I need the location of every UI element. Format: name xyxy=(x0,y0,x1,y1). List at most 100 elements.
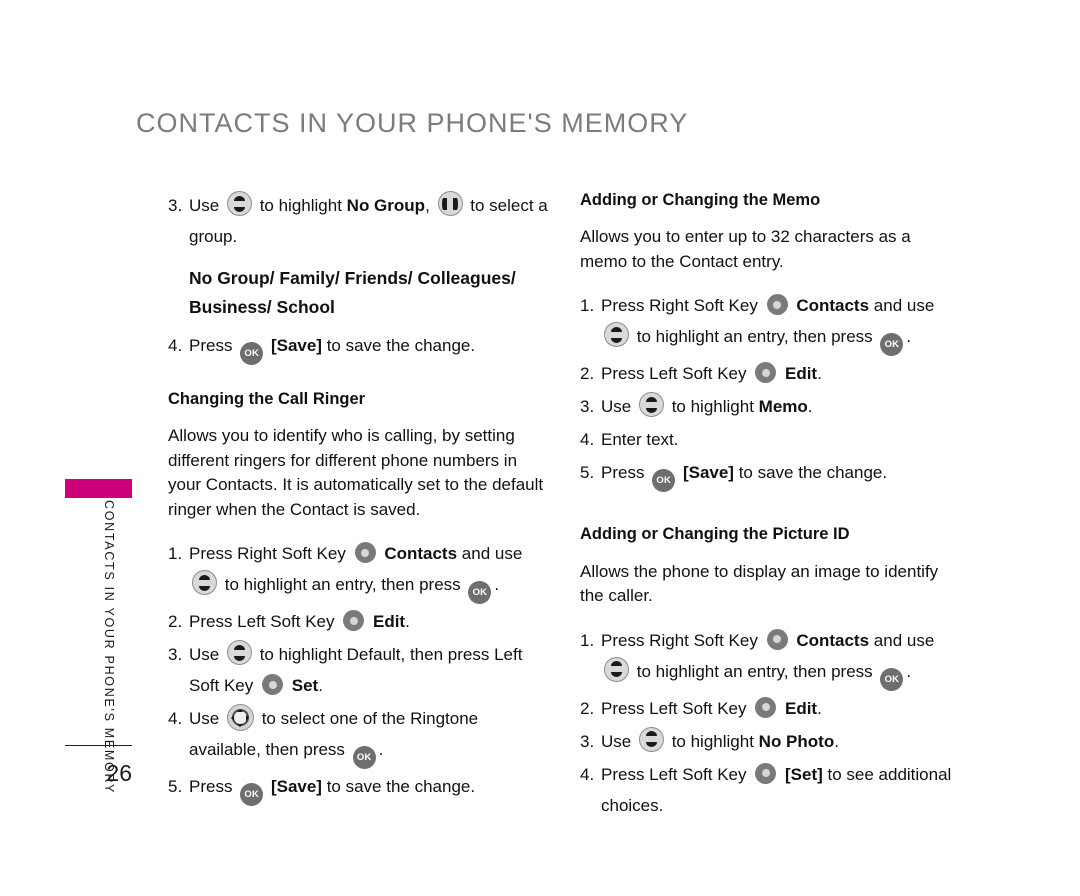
step-text: Use to highlight No Group, to select a g… xyxy=(189,190,548,252)
ok-key-icon: OK xyxy=(240,783,264,807)
step-text: Press OK [Save] to save the change. xyxy=(189,771,548,807)
step-number: 3. xyxy=(168,196,183,215)
right-column: Adding or Changing the Memo Allows you t… xyxy=(580,190,960,823)
step-number: 3. xyxy=(580,397,595,417)
soft-key-icon xyxy=(766,294,788,316)
step-text-part: Press Right Soft Key xyxy=(601,630,758,650)
step-number: 2. xyxy=(580,364,595,384)
up-down-rocker-icon xyxy=(226,191,252,216)
page-number-rule xyxy=(65,745,132,746)
soft-key-icon xyxy=(766,628,788,650)
ok-key-icon: OK xyxy=(240,342,264,365)
step-text: Press Left Soft Key [Set] to see additio… xyxy=(601,759,960,821)
section-body-picture-id: Allows the phone to display an image to … xyxy=(580,561,939,606)
step-text-bold: [Save] xyxy=(682,463,734,483)
list-item: 4. Enter text. xyxy=(580,424,960,455)
step-text: Press OK [Save] to save the change. xyxy=(189,330,548,365)
list-item: 1. Press Right Soft Key Contacts and use… xyxy=(580,290,960,357)
step-text: Press Right Soft Key Contacts and use to… xyxy=(189,538,548,605)
step-text-bold: Contacts xyxy=(796,296,870,316)
step-text: Press Right Soft Key Contacts and use to… xyxy=(601,625,960,691)
step-number: 5. xyxy=(168,777,183,797)
step-text-bold: Contacts xyxy=(796,630,870,650)
ok-key-icon: OK xyxy=(352,746,376,770)
step-text-part: , xyxy=(425,196,430,215)
group-options-line: Business/ School xyxy=(189,297,335,317)
step-text: Use to highlight No Photo. xyxy=(601,726,960,757)
section-heading-memo: Adding or Changing the Memo xyxy=(580,191,821,209)
step-text: Use to highlight Default, then press Lef… xyxy=(189,639,548,701)
list-item: 3. Use to highlight No Group, to select … xyxy=(168,190,548,252)
step-text-part: . xyxy=(834,731,839,751)
step-number: 3. xyxy=(168,645,183,665)
step-text-part: . xyxy=(817,364,822,384)
step-text: Enter text. xyxy=(601,430,679,450)
up-down-rocker-icon xyxy=(226,640,252,666)
page-number: 26 xyxy=(106,760,132,786)
step-text-part: Use xyxy=(601,397,632,417)
soft-key-icon xyxy=(262,674,283,696)
section-heading-call-ringer: Changing the Call Ringer xyxy=(168,390,366,408)
list-item: 4. Press OK [Save] to save the change. xyxy=(168,330,548,365)
section-body-memo: Allows you to enter up to 32 characters … xyxy=(580,227,911,271)
step-text-part: Use xyxy=(189,196,220,215)
step-text-part: Press Left Soft Key xyxy=(601,764,747,784)
step-text-part: . xyxy=(494,575,500,595)
step-text-part: Press xyxy=(189,336,233,355)
list-item: 3. Use to highlight Default, then press … xyxy=(168,639,548,701)
left-right-rocker-icon xyxy=(437,191,463,216)
list-item: 2. Press Left Soft Key Edit. xyxy=(580,358,960,389)
step-text: Press Left Soft Key Edit. xyxy=(189,606,548,637)
sidebar-color-tab xyxy=(65,479,132,498)
step-text-part: to highlight an entry, then press xyxy=(636,661,873,681)
sidebar-vertical-label-wrap: CONTACTS IN YOUR PHONE'S MEMORY xyxy=(60,500,140,795)
section-body-call-ringer: Allows you to identify who is calling, b… xyxy=(168,426,544,519)
step-text-bold: Set xyxy=(291,676,319,696)
soft-key-icon xyxy=(354,542,376,564)
step-text-part: Press Right Soft Key xyxy=(189,544,346,564)
step-text-bold: Edit xyxy=(372,612,406,632)
step-number: 2. xyxy=(168,612,183,632)
step-text-part: Use xyxy=(189,709,220,729)
list-item: 4. Press Left Soft Key [Set] to see addi… xyxy=(580,759,960,821)
up-down-rocker-icon xyxy=(638,726,664,752)
step-text-part: Use xyxy=(189,645,220,665)
step-text: Press OK [Save] to save the change. xyxy=(601,457,960,493)
step-text: Use to highlight Memo. xyxy=(601,391,960,422)
step-number: 4. xyxy=(168,336,183,355)
step-text: Press Left Soft Key Edit. xyxy=(601,693,960,724)
step-text: Press Right Soft Key Contacts and use to… xyxy=(601,290,960,357)
step-number: 3. xyxy=(580,731,595,751)
step-text-part: and use xyxy=(873,296,935,316)
step-text-part: Press Left Soft Key xyxy=(601,364,747,384)
step-text-part: . xyxy=(318,676,323,696)
sidebar-vertical-label: CONTACTS IN YOUR PHONE'S MEMORY xyxy=(102,500,116,795)
step-number: 1. xyxy=(580,630,595,650)
ok-key-icon: OK xyxy=(880,667,904,691)
step-text-part: to save the change. xyxy=(326,336,476,355)
step-text-part: Press Right Soft Key xyxy=(601,296,758,316)
step-text-bold: No Group xyxy=(346,196,426,215)
step-text: Use to select one of the Ringtone availa… xyxy=(189,703,548,770)
list-item: 3. Use to highlight No Photo. xyxy=(580,726,960,757)
ok-key-icon: OK xyxy=(468,581,492,605)
list-item: 1. Press Right Soft Key Contacts and use… xyxy=(580,625,960,691)
group-options-line: No Group/ Family/ Friends/ Colleagues/ xyxy=(189,268,516,288)
step-text-part: . xyxy=(807,397,813,417)
step-text-part: to highlight xyxy=(259,196,342,215)
step-text-part: . xyxy=(906,327,912,347)
up-down-rocker-icon xyxy=(604,322,629,348)
step-number: 4. xyxy=(580,764,595,784)
step-text-bold: Edit xyxy=(784,364,818,384)
list-item: 5. Press OK [Save] to save the change. xyxy=(168,771,548,807)
step-text-part: Use xyxy=(601,731,632,751)
list-item: 1. Press Right Soft Key Contacts and use… xyxy=(168,538,548,605)
soft-key-icon xyxy=(343,610,365,632)
soft-key-icon xyxy=(755,362,777,384)
step-text-part: Press xyxy=(189,777,233,797)
list-item: 5. Press OK [Save] to save the change. xyxy=(580,457,960,493)
step-text-part: Press xyxy=(601,463,645,483)
step-number: 5. xyxy=(580,463,595,483)
step-text-part: to save the change. xyxy=(738,463,888,483)
step-text-part: to save the change. xyxy=(326,777,476,797)
